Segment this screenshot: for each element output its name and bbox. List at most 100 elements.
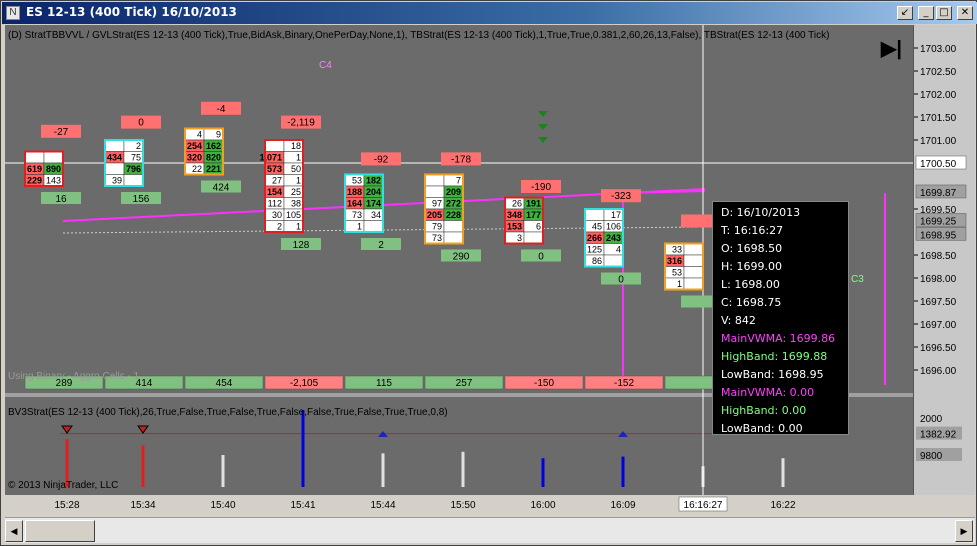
data-box-line: MainVWMA: 1699.86: [721, 332, 836, 345]
delta-top-label: -4: [217, 104, 226, 115]
price-tick-label: 1697.50: [920, 297, 957, 308]
footprint-cell-value: 79: [432, 222, 442, 232]
close-button[interactable]: ✕: [957, 6, 973, 20]
data-box-line: H: 1699.00: [721, 260, 782, 273]
play-forward-icon[interactable]: ▶|: [881, 36, 902, 61]
footprint-cell-value: 188: [347, 187, 362, 197]
delta-top-label: 0: [138, 118, 144, 129]
footprint-cell-value: 228: [446, 210, 461, 220]
footprint-cell-value: 125: [587, 245, 602, 255]
price-tick-label: 1698.00: [920, 274, 957, 285]
footprint-cell-value: 619: [27, 164, 42, 174]
price-tick-label: 1696.00: [920, 366, 957, 377]
footprint-cell-value: 6: [536, 222, 541, 232]
footprint-cell: [443, 220, 464, 233]
footprint-cell-value: 890: [46, 164, 61, 174]
price-marker-label: 1699.87: [920, 188, 957, 199]
footprint-cell-value: 205: [427, 210, 442, 220]
scroll-right-icon[interactable]: ▶: [955, 520, 973, 542]
footprint-cell-value: 820: [206, 153, 221, 163]
chart-annotation: C3: [851, 274, 864, 285]
footprint-cell-value: 1: [296, 176, 301, 186]
copyright-label: © 2013 NinjaTrader, LLC: [8, 480, 119, 491]
price-axis-canvas: 1703.00 1702.50 1702.00 1701.50 1701.00 1699.…: [914, 44, 967, 462]
scroll-thumb[interactable]: [25, 520, 95, 542]
footprint-cell-value: 221: [206, 164, 221, 174]
time-axis: 15:28 15:34 15:40 15:41 15:44 15:50 16:00 16:09…: [5, 495, 913, 515]
price-tick-label: 1703.00: [920, 44, 957, 55]
delta-bottom-label: 2: [378, 240, 384, 251]
footprint-cell-value: 153: [507, 222, 522, 232]
footprint-cell: [43, 151, 64, 164]
price-marker-label: 1699.25: [920, 217, 957, 228]
footprint-cell-value: 243: [606, 233, 621, 243]
footprint-cell-value: 73: [352, 210, 362, 220]
chart-panel[interactable]: C4 C3 -27 619 890 229 143 16 0 2 434 75 796 39 156 -4 4 9…: [5, 25, 975, 495]
price-tick-label: 1702.00: [920, 90, 957, 101]
footprint-cell: [424, 174, 445, 187]
delta-bottom-label: 290: [453, 252, 470, 263]
delta-bottom-label: 128: [293, 240, 310, 251]
footprint-cell-value: 266: [587, 233, 602, 243]
delta-bottom-label: 156: [133, 194, 150, 205]
footprint-cell: [104, 139, 125, 152]
footprint-cell-value: 34: [371, 210, 381, 220]
delta-bottom-label: 0: [618, 275, 624, 286]
footprint-cell-value: 75: [131, 153, 141, 163]
title-bar[interactable]: N ES 12-13 (400 Tick) 16/10/2013 ↙ _ □ ✕: [2, 2, 977, 24]
price-tick-label: 1701.00: [920, 136, 957, 147]
delta-top-label: -190: [531, 182, 551, 193]
footprint-cell: [683, 277, 704, 290]
footprint-cell: [603, 254, 624, 267]
data-box-line: V: 842: [721, 314, 756, 327]
price-axis[interactable]: 1703.00 1702.50 1702.00 1701.50 1701.00 1699.…: [913, 25, 975, 495]
time-label: 15:40: [210, 500, 235, 511]
horizontal-scrollbar[interactable]: ◀ ▶: [5, 517, 975, 543]
price-tick-label: 1696.50: [920, 343, 957, 354]
footprint-cell-value: 105: [286, 210, 301, 220]
delta-bottom-label: 16: [55, 194, 67, 205]
volume-box-label: -152: [614, 378, 634, 389]
data-box-line: HighBand: 0.00: [721, 404, 807, 417]
data-box-line: LowBand: 1698.95: [721, 368, 824, 381]
footprint-cell-value: 17: [611, 210, 621, 220]
footprint-cell-value: 33: [672, 245, 682, 255]
footprint-cell-value: 254: [187, 141, 202, 151]
footprint-cell: [683, 254, 704, 267]
minimize-button[interactable]: _: [918, 6, 934, 20]
delta-top-label: -323: [611, 191, 631, 202]
chart-window: N ES 12-13 (400 Tick) 16/10/2013 ↙ _ □ ✕…: [0, 0, 977, 546]
time-axis-canvas: 15:28 15:34 15:40 15:41 15:44 15:50 16:00 16:09…: [54, 496, 796, 512]
time-label: 15:41: [290, 500, 315, 511]
footprint-cell: [443, 231, 464, 244]
data-box-line: LowBand: 0.00: [721, 422, 803, 435]
indicator-label-bottom: BV3Strat(ES 12-13 (400 Tick),26,True,Fal…: [8, 407, 448, 418]
footprint-cell-value: 1: [357, 222, 362, 232]
volume-box-label: 115: [376, 378, 392, 389]
delta-top-label: -92: [374, 154, 389, 165]
footprint-cell-value: 1: [677, 279, 682, 289]
time-label: 15:50: [450, 500, 475, 511]
time-label: 15:28: [54, 500, 79, 511]
footprint-cell-value: 272: [446, 199, 461, 209]
footprint-cell-value: 112: [268, 199, 282, 209]
footprint-cell-value: 573: [267, 164, 282, 174]
time-label: 16:09: [610, 500, 635, 511]
footprint-cell: [424, 185, 445, 198]
footprint-cell-value: 143: [46, 176, 61, 186]
lower-tick-label: 1382.92: [920, 430, 957, 441]
restore-down-icon[interactable]: ↙: [897, 6, 913, 20]
delta-top-label: -2,119: [287, 118, 315, 129]
footprint-cell-value: 45: [592, 222, 602, 232]
data-box-line: MainVWMA: 0.00: [721, 386, 815, 399]
data-box-line: HighBand: 1699.88: [721, 350, 828, 363]
footprint-cell-value: 2: [277, 222, 282, 232]
footprint-cell-value: 434: [107, 153, 122, 163]
footprint-cell-value: 796: [126, 164, 141, 174]
footprint-cell: [363, 220, 384, 233]
footprint-cell-value: 30: [272, 210, 282, 220]
maximize-button[interactable]: □: [936, 6, 952, 20]
time-label: 16:22: [770, 500, 795, 511]
scroll-left-icon[interactable]: ◀: [5, 520, 23, 542]
footprint-cell-value: 86: [592, 256, 602, 266]
